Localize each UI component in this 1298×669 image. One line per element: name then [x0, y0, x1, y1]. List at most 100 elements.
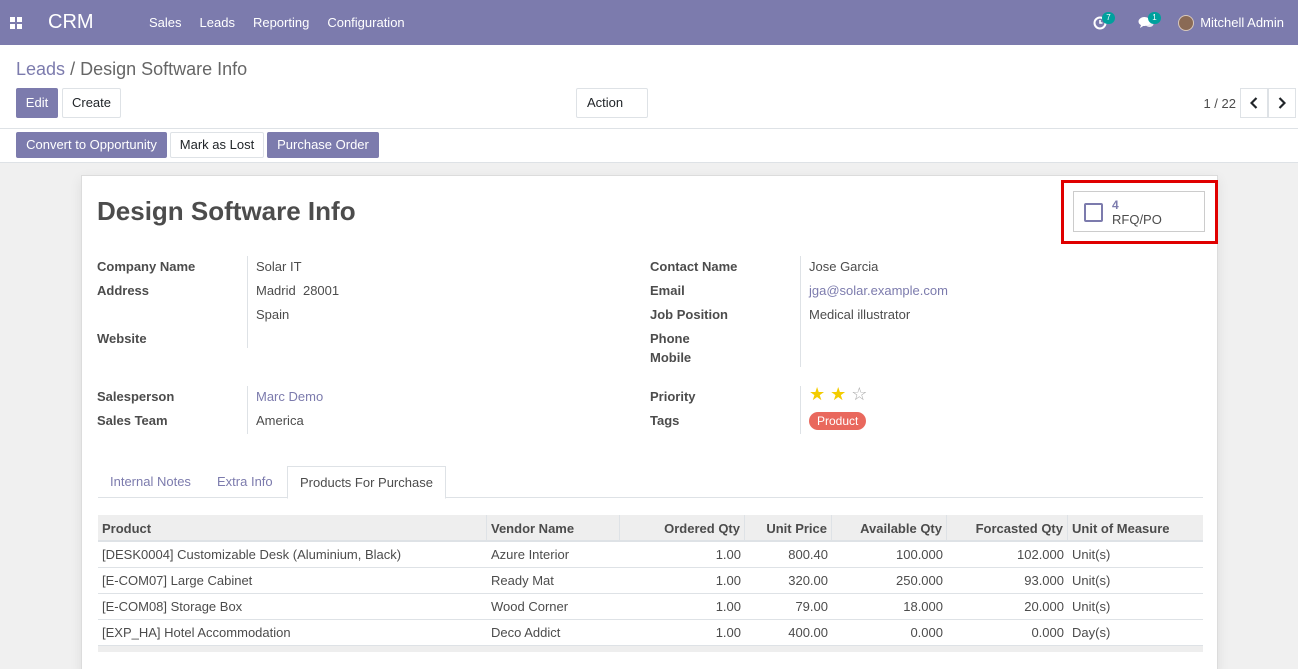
breadcrumb-leads-link[interactable]: Leads	[16, 59, 65, 79]
contact-name-value[interactable]: Jose Garcia	[809, 259, 878, 274]
cell-forcasted-qty: 93.000	[1024, 573, 1064, 588]
column-header-available-qty[interactable]: Available Qty	[832, 515, 947, 542]
cell-product: [E-COM08] Storage Box	[102, 599, 243, 614]
cell-product: [EXP_HA] Hotel Accommodation	[102, 625, 291, 640]
convert-to-opportunity-button[interactable]: Convert to Opportunity	[16, 132, 167, 158]
contact-name-label: Contact Name	[650, 259, 738, 274]
menu-configuration[interactable]: Configuration	[318, 0, 413, 45]
tab-products-for-purchase[interactable]: Products For Purchase	[287, 466, 446, 499]
activity-menu[interactable]: 7	[1086, 0, 1115, 45]
edit-button[interactable]: Edit	[16, 88, 58, 118]
rfq-po-count: 4	[1112, 198, 1119, 212]
star-filled-icon[interactable]: ★	[809, 384, 825, 404]
menu-leads[interactable]: Leads	[191, 0, 244, 45]
activity-count-badge: 7	[1102, 12, 1115, 24]
avatar	[1178, 14, 1195, 31]
record-title: Design Software Info	[97, 196, 356, 226]
cell-uom: Unit(s)	[1072, 599, 1111, 614]
cell-vendor: Wood Corner	[491, 599, 569, 614]
app-brand[interactable]: CRM	[48, 11, 140, 34]
column-header-uom[interactable]: Unit of Measure	[1068, 515, 1203, 542]
message-count-badge: 1	[1148, 12, 1161, 24]
create-button[interactable]: Create	[62, 88, 121, 118]
action-dropdown[interactable]: Action	[576, 88, 648, 134]
star-empty-icon[interactable]: ☆	[851, 384, 867, 404]
phone-label: Phone	[650, 331, 690, 346]
job-position-label: Job Position	[650, 307, 728, 322]
cell-vendor: Ready Mat	[491, 573, 554, 588]
cell-uom: Day(s)	[1072, 625, 1111, 640]
messaging-menu[interactable]: 1	[1132, 0, 1161, 45]
tab-internal-notes[interactable]: Internal Notes	[98, 466, 203, 498]
cell-uom: Unit(s)	[1072, 547, 1111, 562]
sales-team-value[interactable]: America	[256, 413, 304, 428]
user-name: Mitchell Admin	[1200, 15, 1284, 30]
pager-previous-button[interactable]	[1240, 88, 1268, 118]
chevron-right-icon	[1278, 97, 1286, 109]
purchase-order-button[interactable]: Purchase Order	[267, 132, 379, 158]
top-navbar: CRM Sales Leads Reporting Configuration …	[0, 0, 1298, 45]
pager-next-button[interactable]	[1268, 88, 1296, 118]
pager-value[interactable]: 1 / 22	[1203, 96, 1236, 111]
tag-badge[interactable]: Product	[809, 412, 867, 430]
address-label: Address	[97, 283, 150, 298]
table-row[interactable]: [E-COM08] Storage Box Wood Corner 1.00 7…	[98, 594, 1203, 620]
cell-ordered-qty: 1.00	[715, 547, 741, 562]
cell-product: [DESK0004] Customizable Desk (Aluminium,…	[102, 547, 402, 562]
breadcrumb: Leads / Design Software Info	[16, 59, 247, 80]
tab-extra-info[interactable]: Extra Info	[205, 466, 285, 498]
mark-as-lost-button[interactable]: Mark as Lost	[170, 132, 264, 158]
cell-ordered-qty: 1.00	[715, 599, 741, 614]
column-header-unit-price[interactable]: Unit Price	[745, 515, 832, 542]
chevron-left-icon	[1250, 97, 1258, 109]
field-separator	[247, 256, 248, 348]
priority-label: Priority	[650, 389, 696, 404]
cell-available-qty: 250.000	[896, 573, 943, 588]
table-row[interactable]: [EXP_HA] Hotel Accommodation Deco Addict…	[98, 620, 1203, 646]
rfq-po-smart-button[interactable]: 4 RFQ/PO	[1073, 191, 1205, 232]
cell-product: [E-COM07] Large Cabinet	[102, 573, 253, 588]
user-menu[interactable]: Mitchell Admin	[1178, 14, 1284, 31]
tags-label: Tags	[650, 413, 680, 428]
cell-unit-price: 79.00	[795, 599, 828, 614]
action-label: Action	[587, 95, 624, 110]
cell-vendor: Deco Addict	[491, 625, 561, 640]
job-position-value[interactable]: Medical illustrator	[809, 307, 910, 322]
cell-uom: Unit(s)	[1072, 573, 1111, 588]
column-header-ordered-qty[interactable]: Ordered Qty	[620, 515, 745, 542]
menu-sales[interactable]: Sales	[140, 0, 191, 45]
address-line1-value[interactable]: Madrid 28001	[256, 283, 339, 298]
table-row[interactable]: [E-COM07] Large Cabinet Ready Mat 1.00 3…	[98, 568, 1203, 594]
control-panel: Leads / Design Software Info Edit Create…	[0, 45, 1298, 134]
table-footer	[98, 646, 1203, 652]
breadcrumb-separator: /	[70, 59, 76, 79]
address-country-value[interactable]: Spain	[256, 307, 289, 322]
column-header-vendor[interactable]: Vendor Name	[487, 515, 620, 542]
company-name-label: Company Name	[97, 259, 196, 274]
website-label: Website	[97, 331, 147, 346]
company-name-value[interactable]: Solar IT	[256, 259, 302, 274]
status-bar: Convert to Opportunity Mark as Lost Purc…	[0, 129, 1298, 163]
star-filled-icon[interactable]: ★	[830, 384, 846, 404]
apps-menu-icon[interactable]	[0, 0, 32, 45]
sales-team-label: Sales Team	[97, 413, 168, 428]
cell-unit-price: 400.00	[788, 625, 828, 640]
cell-ordered-qty: 1.00	[715, 573, 741, 588]
email-label: Email	[650, 283, 685, 298]
menu-reporting[interactable]: Reporting	[244, 0, 318, 45]
salesperson-label: Salesperson	[97, 389, 175, 404]
field-separator	[800, 386, 801, 434]
email-value[interactable]: jga@solar.example.com	[809, 283, 948, 298]
cell-available-qty: 100.000	[896, 547, 943, 562]
cell-forcasted-qty: 102.000	[1017, 547, 1064, 562]
rfq-po-label: RFQ/PO	[1112, 212, 1162, 227]
notebook-tabs: Internal Notes Extra Info Products For P…	[98, 466, 1203, 499]
field-separator	[247, 386, 248, 434]
table-row[interactable]: [DESK0004] Customizable Desk (Aluminium,…	[98, 542, 1203, 568]
form-sheet: Design Software Info 4 RFQ/PO Company Na…	[81, 175, 1218, 669]
field-separator	[800, 256, 801, 367]
column-header-product[interactable]: Product	[98, 515, 487, 542]
column-header-forcasted-qty[interactable]: Forcasted Qty	[947, 515, 1068, 542]
priority-widget[interactable]: ★ ★ ☆	[809, 384, 872, 404]
salesperson-value[interactable]: Marc Demo	[256, 389, 323, 404]
